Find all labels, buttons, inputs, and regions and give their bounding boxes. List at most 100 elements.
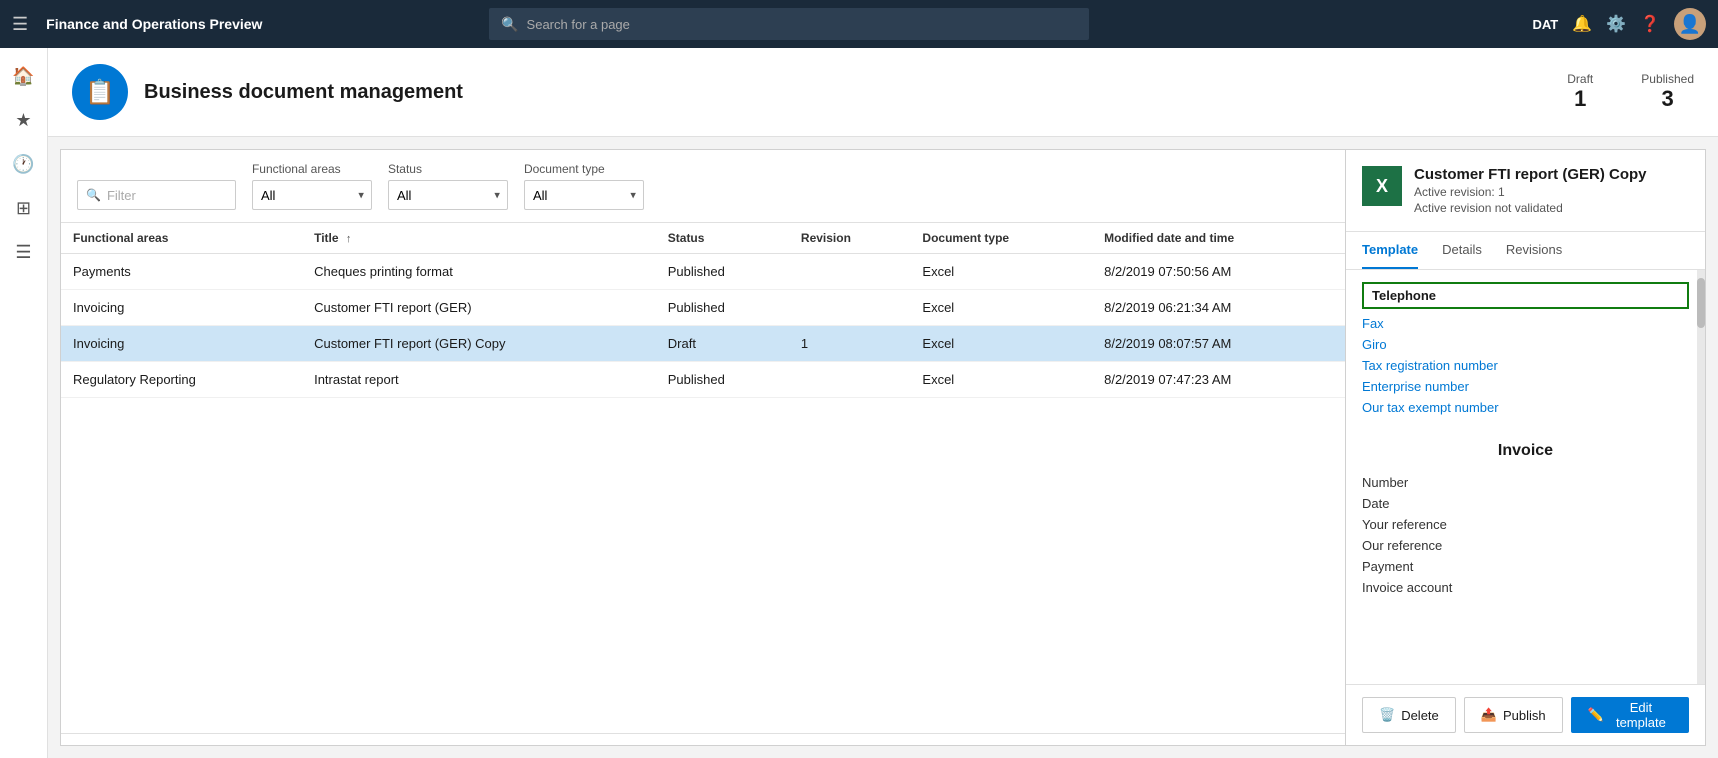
sidebar-item-home[interactable]: 🏠 [4, 56, 44, 96]
document-type-select[interactable]: All [524, 180, 644, 210]
col-functional-areas[interactable]: Functional areas [61, 223, 302, 254]
cell-revision [789, 290, 911, 326]
cell-title: Cheques printing format [302, 254, 656, 290]
status-select-wrapper: All [388, 180, 508, 210]
filters-bar: 🔍 Functional areas All Status [61, 150, 1345, 223]
cell-revision: 1 [789, 326, 911, 362]
cell-modified: 8/2/2019 06:21:34 AM [1092, 290, 1345, 326]
functional-areas-group: Functional areas All [252, 162, 372, 210]
help-icon[interactable]: ❓ [1640, 14, 1660, 34]
document-type-group: Document type All [524, 162, 644, 210]
table-row[interactable]: Payments Cheques printing format Publish… [61, 254, 1345, 290]
tab-template[interactable]: Template [1362, 232, 1418, 269]
search-icon: 🔍 [501, 16, 518, 33]
tab-revisions[interactable]: Revisions [1506, 232, 1562, 269]
documents-table: Functional areas Title ↑ Status [61, 223, 1345, 398]
scroll-thumb [1697, 278, 1705, 328]
cell-revision [789, 362, 911, 398]
enterprise-link[interactable]: Enterprise number [1346, 376, 1705, 397]
app-title: Finance and Operations Preview [46, 16, 262, 32]
filter-group: 🔍 [77, 180, 236, 210]
page-title: Business document management [144, 81, 463, 104]
tab-details[interactable]: Details [1442, 232, 1482, 269]
filter-input[interactable] [107, 188, 227, 203]
table-row[interactable]: Regulatory Reporting Intrastat report Pu… [61, 362, 1345, 398]
scroll-track [1697, 270, 1705, 684]
env-badge: DAT [1532, 17, 1558, 32]
sidebar-item-history[interactable]: 🕐 [4, 144, 44, 184]
invoice-section-title: Invoice [1346, 418, 1705, 472]
functional-areas-label: Functional areas [252, 162, 372, 176]
published-label: Published [1641, 72, 1694, 86]
cell-functional-area: Payments [61, 254, 302, 290]
excel-icon: X [1362, 166, 1402, 206]
telephone-item: Telephone [1362, 282, 1689, 309]
table-row[interactable]: Invoicing Customer FTI report (GER) Publ… [61, 290, 1345, 326]
layout: 🏠 ★ 🕐 ⊞ ☰ 📋 Business document management… [0, 48, 1718, 758]
functional-areas-select[interactable]: All [252, 180, 372, 210]
template-name: Customer FTI report (GER) Copy [1414, 166, 1647, 183]
col-document-type[interactable]: Document type [910, 223, 1092, 254]
fax-link[interactable]: Fax [1346, 313, 1705, 334]
template-content: Telephone Fax Giro Tax registration numb… [1346, 270, 1705, 684]
publish-icon: 📤 [1481, 707, 1497, 723]
notifications-icon[interactable]: 🔔 [1572, 14, 1592, 34]
cell-title: Customer FTI report (GER) [302, 290, 656, 326]
top-nav: ☰ Finance and Operations Preview 🔍 DAT 🔔… [0, 0, 1718, 48]
col-status[interactable]: Status [656, 223, 789, 254]
search-input[interactable] [527, 17, 1078, 32]
cell-functional-area: Invoicing [61, 326, 302, 362]
tax-reg-link[interactable]: Tax registration number [1346, 355, 1705, 376]
template-tabs: Template Details Revisions [1346, 232, 1705, 270]
template-sub2: Active revision not validated [1414, 201, 1647, 215]
document-type-select-wrapper: All [524, 180, 644, 210]
draft-value: 1 [1567, 86, 1593, 112]
template-sub1: Active revision: 1 [1414, 185, 1647, 199]
status-label: Status [388, 162, 508, 176]
cell-status: Published [656, 290, 789, 326]
status-select[interactable]: All [388, 180, 508, 210]
col-modified[interactable]: Modified date and time [1092, 223, 1345, 254]
tax-exempt-link[interactable]: Our tax exempt number [1346, 397, 1705, 418]
giro-link[interactable]: Giro [1346, 334, 1705, 355]
sidebar-item-grid[interactable]: ⊞ [4, 188, 44, 228]
cell-title: Intrastat report [302, 362, 656, 398]
page-header: 📋 Business document management Draft 1 P… [48, 48, 1718, 137]
settings-icon[interactable]: ⚙️ [1606, 14, 1626, 34]
table-header: Functional areas Title ↑ Status [61, 223, 1345, 254]
template-footer: 🗑️ Delete 📤 Publish ✏️ Edit template [1346, 684, 1705, 745]
delete-button[interactable]: 🗑️ Delete [1362, 697, 1456, 733]
table-row[interactable]: Invoicing Customer FTI report (GER) Copy… [61, 326, 1345, 362]
avatar[interactable]: 👤 [1674, 8, 1706, 40]
cell-modified: 8/2/2019 08:07:57 AM [1092, 326, 1345, 362]
search-bar: 🔍 [489, 8, 1089, 40]
publish-button[interactable]: 📤 Publish [1464, 697, 1563, 733]
cell-functional-area: Invoicing [61, 290, 302, 326]
sidebar-item-list[interactable]: ☰ [4, 232, 44, 272]
delete-icon: 🗑️ [1379, 707, 1395, 723]
cell-status: Published [656, 362, 789, 398]
nav-right: DAT 🔔 ⚙️ ❓ 👤 [1532, 8, 1706, 40]
field-payment: Payment [1346, 556, 1705, 577]
body-area: 🔍 Functional areas All Status [48, 137, 1718, 758]
col-revision[interactable]: Revision [789, 223, 911, 254]
field-number: Number [1346, 472, 1705, 493]
filter-search-icon: 🔍 [86, 188, 101, 202]
template-info: Customer FTI report (GER) Copy Active re… [1414, 166, 1647, 215]
field-invoice-account: Invoice account [1346, 577, 1705, 598]
main-content: 📋 Business document management Draft 1 P… [48, 48, 1718, 758]
filter-input-wrapper: 🔍 [77, 180, 236, 210]
cell-revision [789, 254, 911, 290]
sidebar-item-star[interactable]: ★ [4, 100, 44, 140]
cell-title: Customer FTI report (GER) Copy [302, 326, 656, 362]
hamburger-icon[interactable]: ☰ [12, 14, 28, 35]
bottom-scrollbar[interactable] [61, 733, 1345, 745]
document-type-label: Document type [524, 162, 644, 176]
draft-label: Draft [1567, 72, 1593, 86]
field-date: Date [1346, 493, 1705, 514]
cell-document-type: Excel [910, 290, 1092, 326]
page-header-stats: Draft 1 Published 3 [1567, 72, 1694, 112]
edit-template-button[interactable]: ✏️ Edit template [1571, 697, 1689, 733]
cell-functional-area: Regulatory Reporting [61, 362, 302, 398]
col-title[interactable]: Title ↑ [302, 223, 656, 254]
